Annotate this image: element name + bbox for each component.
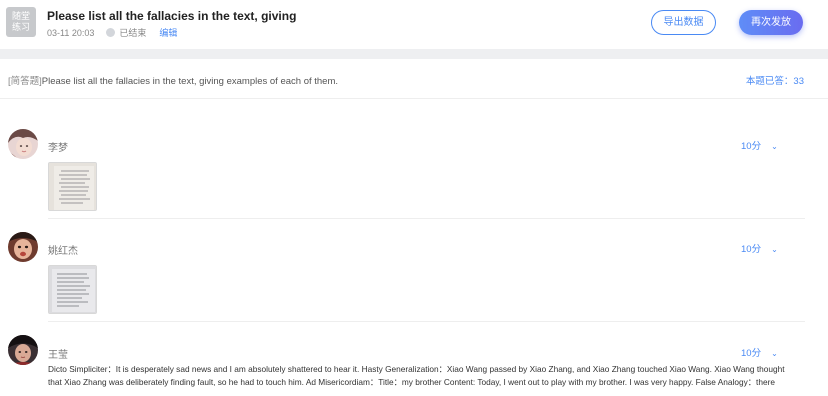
task-status: 已结束: [119, 28, 147, 38]
avatar: [8, 232, 38, 262]
badge-line-2: 练习: [11, 22, 30, 32]
resend-button[interactable]: 再次发放: [739, 10, 803, 35]
question-body: Please list all the fallacies in the tex…: [41, 76, 339, 87]
student-name: 李梦: [48, 143, 68, 154]
chevron-down-icon: ⌄: [771, 142, 778, 151]
section-separator: [0, 49, 828, 59]
question-row: [简答题]Please list all the fallacies in th…: [0, 59, 828, 99]
answer-text: Dicto Simpliciter：It is desperately sad …: [48, 363, 808, 388]
edit-link[interactable]: 编辑: [159, 26, 177, 39]
answer-text-line: that Xiao Zhang was deliberately finding…: [48, 376, 775, 387]
student-name: 王莹: [48, 350, 68, 361]
score-value: 10分: [741, 348, 762, 359]
chevron-down-icon: ⌄: [771, 245, 778, 254]
question-type-tag: [简答题]: [8, 76, 42, 87]
divider: [48, 218, 805, 219]
task-meta: 03-11 20:03 已结束 编辑: [47, 26, 177, 39]
export-data-button[interactable]: 导出数据: [651, 10, 716, 35]
badge-line-1: 随堂: [11, 11, 30, 21]
chevron-down-icon: ⌄: [771, 349, 778, 358]
task-date: 03-11 20:03: [47, 27, 95, 38]
answered-count[interactable]: 本题已答：33: [746, 73, 804, 87]
score-dropdown[interactable]: 10分 ⌄: [741, 241, 778, 255]
divider: [48, 321, 805, 322]
student-name: 姚红杰: [48, 246, 78, 257]
avatar: [8, 335, 38, 365]
answer-text-line: Dicto Simpliciter：It is desperately sad …: [48, 364, 785, 374]
score-dropdown[interactable]: 10分 ⌄: [741, 345, 778, 359]
status-dot-icon: [106, 28, 116, 37]
task-type-badge: 随堂 练习: [6, 7, 36, 37]
page-header: 随堂 练习 Please list all the fallacies in t…: [0, 0, 828, 48]
score-value: 10分: [741, 244, 762, 255]
answer-image-thumbnail[interactable]: [48, 162, 97, 211]
task-title: Please list all the fallacies in the tex…: [47, 9, 297, 23]
avatar: [8, 129, 38, 159]
score-dropdown[interactable]: 10分 ⌄: [741, 138, 778, 152]
question-text: [简答题]Please list all the fallacies in th…: [8, 73, 338, 87]
answer-image-thumbnail[interactable]: [48, 265, 97, 314]
score-value: 10分: [741, 141, 762, 152]
